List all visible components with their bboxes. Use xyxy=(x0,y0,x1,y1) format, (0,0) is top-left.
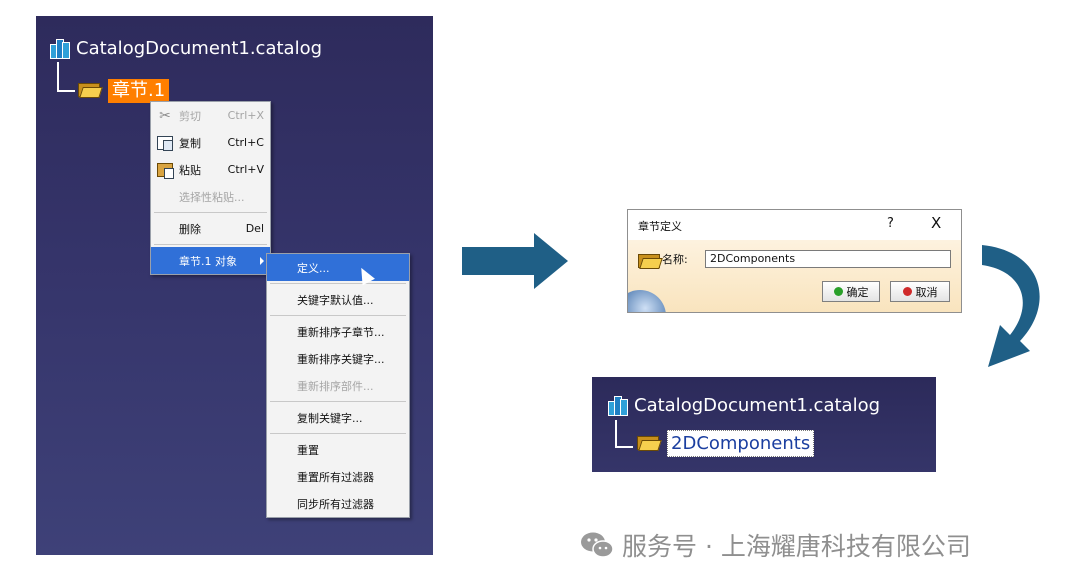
name-field[interactable]: 2DComponents xyxy=(705,250,951,268)
submenu-arrow-icon xyxy=(260,256,264,265)
menu-item-copy[interactable]: 复制 Ctrl+C xyxy=(151,129,270,156)
watermark-text: 服务号 · 上海耀唐科技有限公司 xyxy=(622,532,971,561)
chapter-node-selected[interactable]: 章节.1 xyxy=(108,79,170,103)
catalog-icon xyxy=(50,38,70,59)
submenu-item-reorder-keywords[interactable]: 重新排序关键字... xyxy=(267,345,409,372)
green-dot-icon xyxy=(833,287,843,296)
menu-item-paste-special[interactable]: 选择性粘贴... xyxy=(151,183,270,210)
folder-icon xyxy=(638,252,663,269)
scissors-icon: ✂ xyxy=(159,107,171,124)
catalog-name: CatalogDocument1.catalog xyxy=(76,38,323,59)
tree-connector xyxy=(615,420,633,448)
object-submenu: 定义... 关键字默认值... 重新排序子章节... 重新排序关键字... 重新… xyxy=(266,253,410,518)
copy-icon xyxy=(157,135,173,151)
menu-item-delete[interactable]: 删除 Del xyxy=(151,215,270,242)
watermark: 服务号 · 上海耀唐科技有限公司 xyxy=(580,527,971,563)
dialog-title: 章节定义 xyxy=(638,220,682,233)
tree-connector xyxy=(57,62,75,92)
open-folder-icon xyxy=(637,434,662,451)
menu-item-chapter-object[interactable]: 章节.1 对象 xyxy=(151,247,270,274)
chapter-node-renamed[interactable]: 2DComponents xyxy=(667,430,815,457)
submenu-item-sync-filters[interactable]: 同步所有过滤器 xyxy=(267,490,409,517)
menu-separator xyxy=(154,244,267,245)
paste-icon xyxy=(157,162,174,179)
menu-separator xyxy=(270,401,406,402)
open-folder-icon xyxy=(78,81,103,98)
right-arrow-icon xyxy=(462,233,568,289)
name-label: 名称: xyxy=(662,253,688,266)
menu-separator xyxy=(270,315,406,316)
submenu-item-reorder-parts[interactable]: 重新排序部件... xyxy=(267,372,409,399)
catalog-name: CatalogDocument1.catalog xyxy=(634,395,881,416)
ok-button[interactable]: 确定 xyxy=(822,281,880,302)
submenu-item-reset[interactable]: 重置 xyxy=(267,436,409,463)
submenu-item-reorder-subchapters[interactable]: 重新排序子章节... xyxy=(267,318,409,345)
catalog-icon xyxy=(608,395,628,416)
menu-separator xyxy=(154,212,267,213)
catalog-root-node[interactable]: CatalogDocument1.catalog xyxy=(608,395,880,416)
menu-item-cut[interactable]: ✂ 剪切 Ctrl+X xyxy=(151,102,270,129)
menu-separator xyxy=(270,283,406,284)
globe-logo-icon xyxy=(628,284,674,312)
menu-item-paste[interactable]: 粘贴 Ctrl+V xyxy=(151,156,270,183)
context-menu: ✂ 剪切 Ctrl+X 复制 Ctrl+C 粘贴 Ctrl+V 选择性粘贴...… xyxy=(150,101,271,275)
name-row: 名称: xyxy=(638,251,688,269)
curved-down-arrow-icon xyxy=(982,245,1040,367)
submenu-item-keyword-defaults[interactable]: 关键字默认值... xyxy=(267,286,409,313)
cancel-button[interactable]: 取消 xyxy=(890,281,950,302)
submenu-item-copy-keywords[interactable]: 复制关键字... xyxy=(267,404,409,431)
red-dot-icon xyxy=(902,287,912,296)
dialog-titlebar: 章节定义 ? X xyxy=(628,210,961,240)
submenu-item-reset-filters[interactable]: 重置所有过滤器 xyxy=(267,463,409,490)
close-button[interactable]: X xyxy=(931,214,941,232)
menu-separator xyxy=(270,433,406,434)
wechat-icon xyxy=(581,532,614,558)
catalog-root-node[interactable]: CatalogDocument1.catalog xyxy=(50,38,322,59)
catalog-tree-panel: CatalogDocument1.catalog 章节.1 ✂ 剪切 Ctrl+… xyxy=(36,16,433,555)
chapter-definition-dialog: 章节定义 ? X 名称: 2DComponents 确定 取消 xyxy=(627,209,962,313)
result-tree-panel: CatalogDocument1.catalog 2DComponents xyxy=(592,377,936,472)
submenu-item-define[interactable]: 定义... xyxy=(267,254,409,281)
help-button[interactable]: ? xyxy=(887,216,894,231)
